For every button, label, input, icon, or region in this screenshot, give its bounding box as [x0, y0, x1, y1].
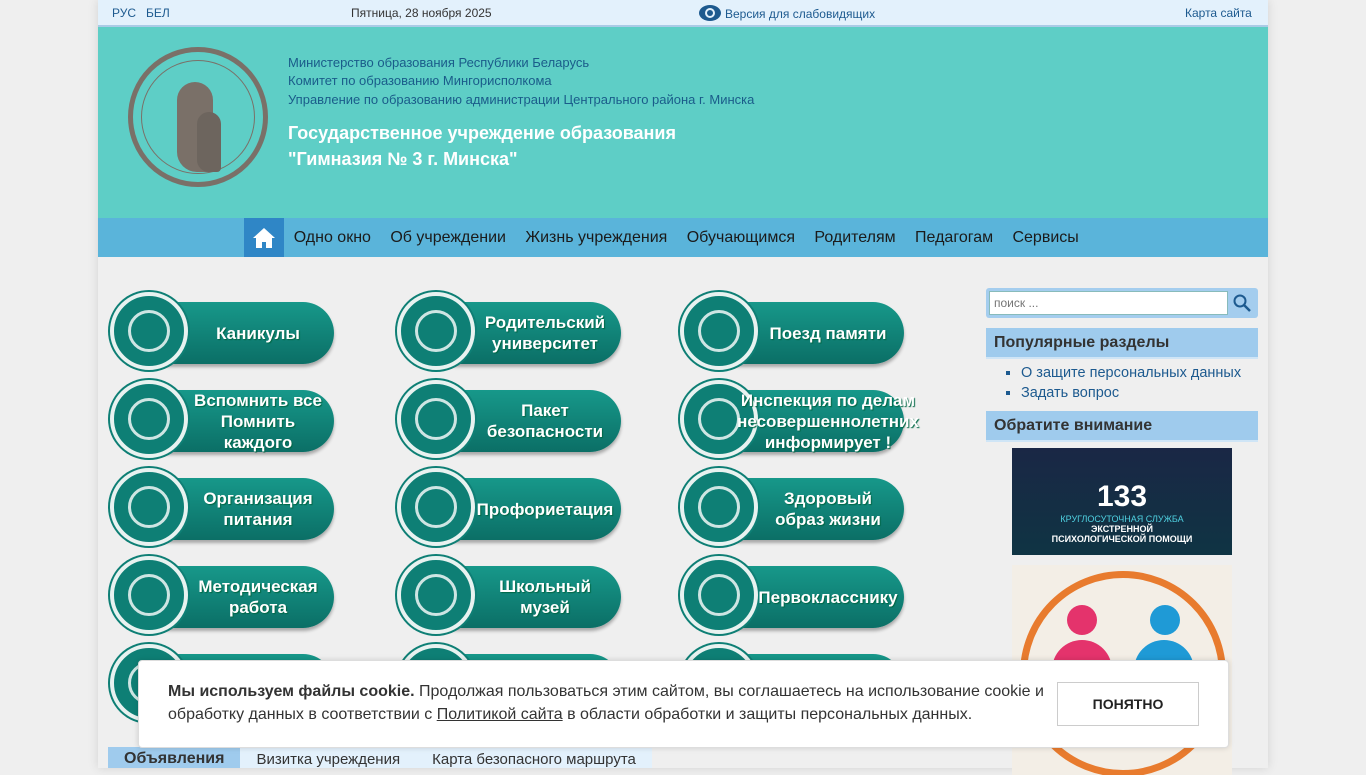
banner-link[interactable]: Школьный музей — [397, 556, 621, 634]
banner-link[interactable]: Каникулы — [110, 292, 334, 370]
eye-icon[interactable] — [698, 3, 722, 26]
cookie-title: Мы используем файлы cookie. — [168, 683, 415, 700]
ad-133-banner[interactable]: 133 КРУГЛОСУТОЧНАЯ СЛУЖБА ЭКСТРЕННОЙ ПСИ… — [1012, 448, 1232, 555]
banner-link[interactable]: Инспекция по делам несовершеннолетних ин… — [680, 380, 919, 458]
nav-about[interactable]: Об учреждении — [381, 229, 516, 247]
banner-link[interactable]: Поезд памяти — [680, 292, 904, 370]
search-icon — [1233, 294, 1251, 312]
banner-link[interactable]: Профориетация — [397, 468, 621, 546]
page: РУС БЕЛ Пятница, 28 ноября 2025 Версия д… — [98, 0, 1268, 775]
banner-icon — [680, 292, 758, 370]
school-logo[interactable] — [128, 47, 268, 187]
banner-icon — [397, 468, 475, 546]
banner-label: Родительский университет — [484, 313, 606, 353]
banner-link[interactable]: Первокласснику — [680, 556, 904, 634]
banner-label: Каникулы — [216, 323, 300, 343]
home-icon — [253, 227, 275, 248]
attention-heading: Обратите внимание — [986, 411, 1258, 442]
banner-link[interactable]: Родительский университет — [397, 292, 621, 370]
banner-icon — [110, 556, 188, 634]
top-bar: РУС БЕЛ Пятница, 28 ноября 2025 Версия д… — [98, 0, 1268, 27]
popular-heading: Популярные разделы — [986, 328, 1258, 359]
banner-label: Методическая работа — [198, 577, 318, 617]
current-date: Пятница, 28 ноября 2025 — [351, 6, 492, 20]
banner-icon — [110, 380, 188, 458]
nav-parents[interactable]: Родителям — [805, 229, 906, 247]
popular-link[interactable]: О защите персональных данных — [1021, 363, 1258, 383]
banner-icon — [397, 556, 475, 634]
banner-icon — [397, 380, 475, 458]
lang-by-link[interactable]: БЕЛ — [146, 6, 170, 20]
nav-teachers[interactable]: Педагогам — [905, 229, 1002, 247]
sitemap-link[interactable]: Карта сайта — [1185, 6, 1252, 20]
banner-link[interactable]: Вспомнить все Помнить каждого — [110, 380, 334, 458]
banner-label: Первокласснику — [758, 587, 898, 607]
cookie-banner: Мы используем файлы cookie. Продолжая по… — [138, 660, 1229, 748]
banner-label: Поезд памяти — [769, 323, 887, 343]
ad-line: ЭКСТРЕННОЙ — [1090, 524, 1154, 534]
banner-label: Пакет безопасности — [486, 401, 604, 441]
banner-icon — [110, 468, 188, 546]
nav-services[interactable]: Сервисы — [1003, 229, 1089, 247]
popular-link[interactable]: Задать вопрос — [1021, 383, 1258, 403]
banner-link[interactable]: Пакет безопасности — [397, 380, 621, 458]
banner-icon — [680, 468, 758, 546]
banner-label: Профориетация — [476, 499, 614, 519]
site-title-2: "Гимназия № 3 г. Минска" — [288, 149, 518, 169]
home-button[interactable] — [244, 218, 284, 257]
low-vision-link[interactable]: Версия для слабовидящих — [725, 7, 875, 21]
cookie-text: Мы используем файлы cookie. Продолжая по… — [168, 680, 1048, 726]
ad-line: ПСИХОЛОГИЧЕСКОЙ ПОМОЩИ — [1051, 534, 1193, 544]
banner-label: Здоровый образ жизни — [775, 489, 881, 529]
banner-link[interactable]: Организация питания — [110, 468, 334, 546]
department-line: Управление по образованию администрации … — [288, 92, 755, 107]
nav-one-window[interactable]: Одно окно — [284, 229, 381, 247]
search-form — [986, 288, 1258, 318]
ministry-line: Министерство образования Республики Бела… — [288, 55, 590, 70]
cookie-accept-button[interactable]: ПОНЯТНО — [1057, 682, 1199, 726]
main-nav: Одно окно Об учреждении Жизнь учреждения… — [98, 218, 1268, 257]
tab-safe-route[interactable]: Карта безопасного маршрута — [416, 747, 652, 768]
banner-link[interactable]: Методическая работа — [110, 556, 334, 634]
nav-life[interactable]: Жизнь учреждения — [516, 229, 677, 247]
site-header: Министерство образования Республики Бела… — [98, 27, 1268, 218]
committee-line: Комитет по образованию Мингорисполкома — [288, 73, 552, 88]
tab-announcements[interactable]: Объявления — [108, 747, 241, 768]
search-input[interactable] — [989, 291, 1228, 315]
banner-label: Вспомнить все Помнить каждого — [194, 390, 322, 452]
banner-label: Инспекция по делам несовершеннолетних ин… — [737, 390, 919, 452]
banner-icon — [110, 292, 188, 370]
banner-label: Организация питания — [203, 489, 313, 529]
cookie-text-2: в области обработки и защиты персональны… — [562, 706, 973, 723]
content-tabs: Объявления Визитка учреждения Карта безо… — [108, 747, 652, 768]
banner-link[interactable]: Здоровый образ жизни — [680, 468, 904, 546]
ad-number: 133 — [1096, 480, 1148, 513]
search-button[interactable] — [1229, 291, 1255, 315]
banner-label: Школьный музей — [499, 577, 591, 617]
nav-students[interactable]: Обучающимся — [677, 229, 805, 247]
banner-icon — [680, 556, 758, 634]
lang-ru-link[interactable]: РУС — [112, 6, 136, 20]
banner-icon — [397, 292, 475, 370]
tab-business-card[interactable]: Визитка учреждения — [240, 747, 417, 768]
ad-line: КРУГЛОСУТОЧНАЯ СЛУЖБА — [1060, 514, 1184, 524]
site-title-1: Государственное учреждение образования — [288, 123, 676, 143]
privacy-policy-link[interactable]: Политикой сайта — [437, 706, 563, 723]
popular-list: О защите персональных данных Задать вопр… — [986, 363, 1258, 403]
